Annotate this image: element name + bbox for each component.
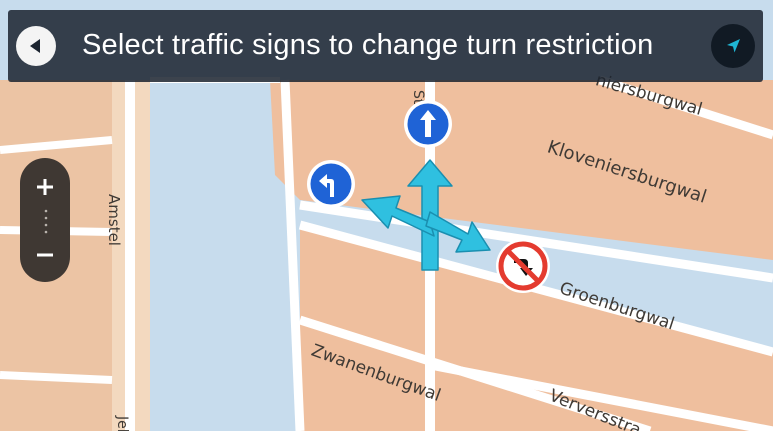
zoom-control — [20, 158, 70, 282]
zoom-level-indicator — [44, 209, 48, 234]
screen: niersburgwal Kloveniersburgwal Amstel Gr… — [0, 0, 773, 431]
current-location-button[interactable] — [711, 24, 755, 68]
sign-straight-ahead[interactable] — [402, 98, 454, 150]
header-bar: Select traffic signs to change turn rest… — [8, 10, 763, 82]
street-label-amstel: Amstel — [105, 194, 123, 246]
left-turn-arrow-icon — [307, 160, 355, 208]
back-button[interactable] — [16, 26, 56, 66]
plus-icon — [37, 179, 53, 195]
straight-arrow-icon — [404, 100, 452, 148]
zoom-in-button[interactable] — [20, 168, 70, 206]
sign-left-turn[interactable] — [305, 158, 357, 210]
zoom-out-button[interactable] — [20, 236, 70, 274]
no-right-turn-icon — [496, 239, 550, 293]
back-arrow-icon — [30, 39, 40, 53]
sign-no-right-turn[interactable] — [494, 237, 552, 295]
side-road-c — [0, 371, 113, 384]
current-location-arrow-icon — [727, 39, 740, 53]
street-label-jel: Jel — [114, 416, 130, 431]
page-title: Select traffic signs to change turn rest… — [82, 29, 654, 61]
minus-icon — [37, 253, 53, 257]
